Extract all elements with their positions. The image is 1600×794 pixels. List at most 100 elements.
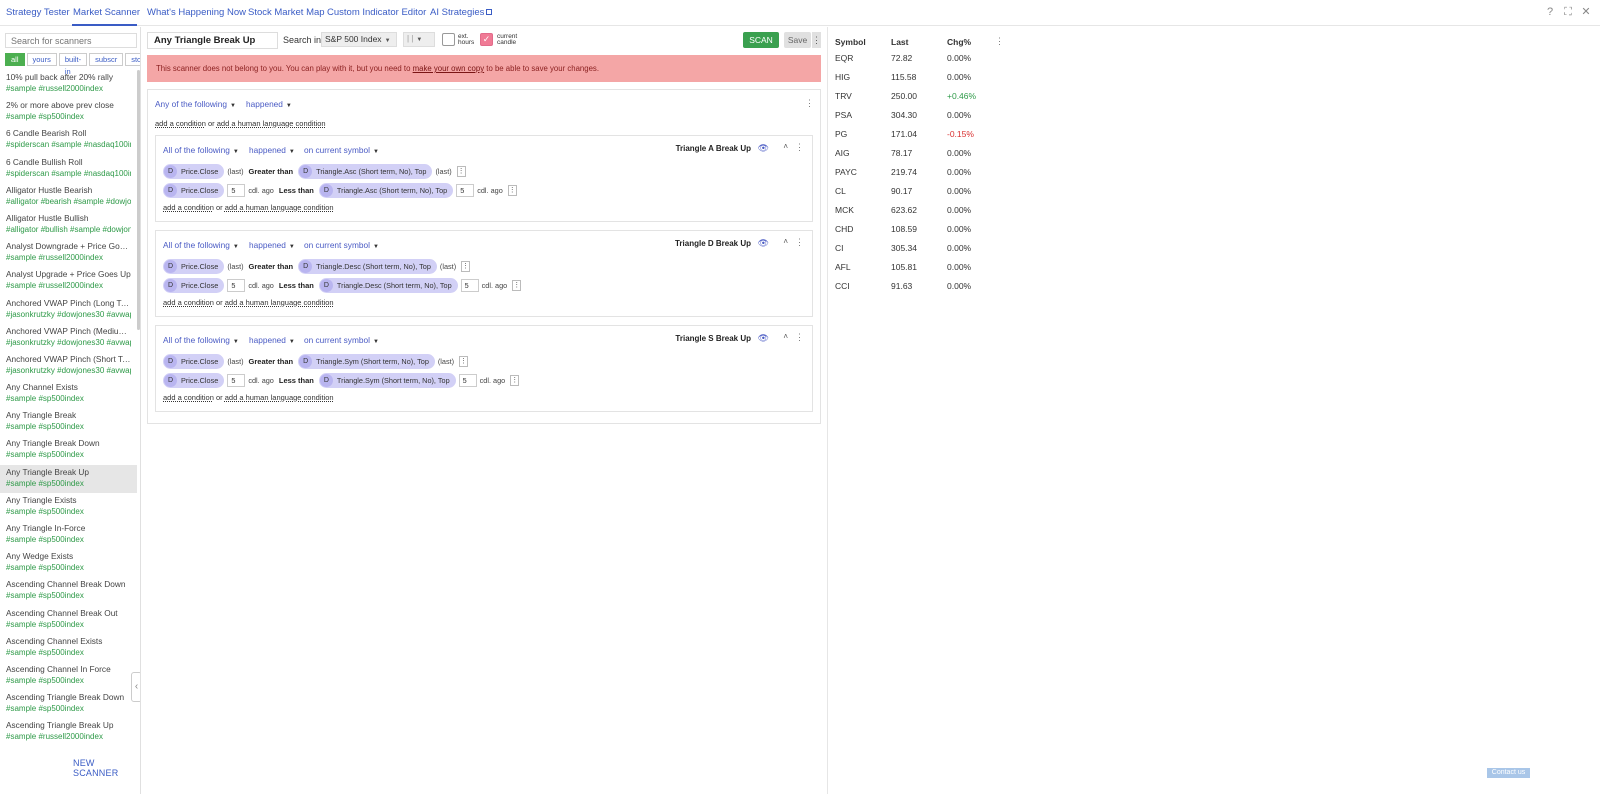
operator[interactable]: Greater than bbox=[249, 262, 294, 271]
add-human-condition-link[interactable]: add a human language condition bbox=[225, 393, 334, 402]
scanner-list-item[interactable]: Ascending Channel In Force #sample #sp500… bbox=[0, 662, 137, 690]
result-row[interactable]: TRV 250.00 +0.46% bbox=[828, 91, 1008, 110]
chg-column-header[interactable]: Chg% bbox=[947, 37, 971, 47]
row-menu-icon[interactable]: ⋮ bbox=[456, 166, 466, 177]
new-scanner-button[interactable]: NEW SCANNER bbox=[73, 758, 140, 778]
collapse-sidebar-button[interactable]: ‹ bbox=[131, 672, 140, 702]
scanner-list-item[interactable]: 10% pull back after 20% rally #sample #ru… bbox=[0, 70, 137, 98]
scanner-list-item[interactable]: Any Triangle In-Force #sample #sp500index bbox=[0, 521, 137, 549]
group-menu-icon[interactable]: ⋮ bbox=[795, 142, 804, 153]
group-event-dropdown[interactable]: happened ▼ bbox=[249, 145, 295, 155]
lhs-qualifier[interactable]: (last) bbox=[227, 262, 243, 271]
result-row[interactable]: HIG 115.58 0.00% bbox=[828, 72, 1008, 91]
scanner-list-item[interactable]: Anchored VWAP Pinch (Medium Ter...#jason… bbox=[0, 324, 137, 352]
tab-custom-indicator-editor[interactable]: Custom Indicator Editor bbox=[327, 7, 426, 18]
lhs-candles-ago-input[interactable]: 5 bbox=[227, 184, 246, 197]
add-condition-link[interactable]: add a condition bbox=[163, 393, 214, 402]
scanner-list-item[interactable]: 2% or more above prev close #sample #sp50… bbox=[0, 98, 137, 126]
lhs-indicator-pill[interactable]: D Price.Close bbox=[163, 164, 225, 179]
scanner-list-item[interactable]: Any Triangle Break Up #sample #sp500index bbox=[0, 464, 137, 493]
rhs-indicator-pill[interactable]: D Triangle.Sym (Short term, No), Top bbox=[318, 373, 456, 388]
add-human-condition-link[interactable]: add a human language condition bbox=[217, 119, 326, 128]
row-menu-icon[interactable]: ⋮ bbox=[461, 261, 471, 272]
scanner-list-item[interactable]: Ascending Channel Exists #sample #sp500in… bbox=[0, 634, 137, 662]
result-row[interactable]: CHD 108.59 0.00% bbox=[828, 224, 1008, 243]
operator[interactable]: Less than bbox=[279, 186, 314, 195]
add-condition-link[interactable]: add a condition bbox=[155, 119, 206, 128]
scanner-list-item[interactable]: Any Triangle Break #sample #sp500index bbox=[0, 408, 137, 436]
filter-subscr[interactable]: subscr bbox=[89, 53, 124, 66]
lhs-candles-ago-input[interactable]: 5 bbox=[227, 279, 246, 292]
scanner-list-item[interactable]: Any Triangle Break Down #sample #sp500ind… bbox=[0, 436, 137, 464]
scanner-list-item[interactable]: Any Channel Exists #sample #sp500index bbox=[0, 380, 137, 408]
row-menu-icon[interactable]: ⋮ bbox=[510, 375, 520, 386]
scanner-list-item[interactable]: Any Wedge Exists #sample #sp500index bbox=[0, 549, 137, 577]
group-quantifier-dropdown[interactable]: All of the following ▼ bbox=[163, 240, 239, 250]
filter-all[interactable]: all bbox=[5, 53, 25, 66]
filter-store[interactable]: store bbox=[125, 53, 140, 66]
tab-strategy-tester[interactable]: Strategy Tester bbox=[6, 7, 70, 18]
scanner-list-item[interactable]: Alligator Hustle Bullish #alligator #bull… bbox=[0, 211, 137, 239]
lhs-indicator-pill[interactable]: D Price.Close bbox=[163, 259, 225, 274]
add-human-condition-link[interactable]: add a human language condition bbox=[225, 203, 334, 212]
lhs-indicator-pill[interactable]: D Price.Close bbox=[163, 183, 225, 198]
group-event-dropdown[interactable]: happened ▼ bbox=[249, 335, 295, 345]
rhs-indicator-pill[interactable]: D Triangle.Asc (Short term, No), Top bbox=[318, 183, 454, 198]
scanner-list-item[interactable]: Ascending Triangle Break Down #sample #sp… bbox=[0, 690, 137, 718]
result-row[interactable]: PSA 304.30 0.00% bbox=[828, 110, 1008, 129]
rhs-candles-ago-input[interactable]: 5 bbox=[460, 279, 479, 292]
chevron-up-icon[interactable]: ˄ bbox=[783, 142, 788, 151]
current-candle-checkbox[interactable]: ✓ bbox=[480, 33, 493, 46]
eye-icon[interactable]: 👁 bbox=[758, 333, 769, 344]
group-menu-icon[interactable]: ⋮ bbox=[795, 332, 804, 343]
operator[interactable]: Greater than bbox=[249, 167, 294, 176]
scanner-list-item[interactable]: Ascending Channel Break Out #sample #sp50… bbox=[0, 606, 137, 634]
rhs-indicator-pill[interactable]: D Triangle.Desc (Short term, No), Top bbox=[298, 259, 437, 274]
tab-market-scanner[interactable]: Market Scanner bbox=[73, 7, 140, 18]
result-row[interactable]: EQR 72.82 0.00% bbox=[828, 53, 1008, 72]
make-own-copy-link[interactable]: make your own copy bbox=[413, 64, 485, 73]
filter-built-in[interactable]: built-in bbox=[58, 53, 88, 76]
group-menu-icon[interactable]: ⋮ bbox=[795, 237, 804, 248]
rhs-qualifier[interactable]: (last) bbox=[438, 357, 454, 366]
lhs-indicator-pill[interactable]: D Price.Close bbox=[163, 354, 225, 369]
lhs-indicator-pill[interactable]: D Price.Close bbox=[163, 278, 225, 293]
tab-stock-market-map[interactable]: Stock Market Map bbox=[248, 7, 325, 18]
last-column-header[interactable]: Last bbox=[891, 37, 908, 47]
scanner-list-item[interactable]: Anchored VWAP Pinch (Short Term) #jasonkr… bbox=[0, 352, 137, 380]
rhs-qualifier[interactable]: (last) bbox=[440, 262, 456, 271]
row-menu-icon[interactable]: ⋮ bbox=[512, 280, 522, 291]
save-button[interactable]: Save bbox=[784, 32, 811, 48]
scanner-list-item[interactable]: Anchored VWAP Pinch (Long Term) #jasonkru… bbox=[0, 296, 137, 324]
rhs-candles-ago-input[interactable]: 5 bbox=[456, 184, 475, 197]
scanner-name-field[interactable]: Any Triangle Break Up bbox=[147, 32, 278, 49]
scan-button[interactable]: SCAN bbox=[743, 32, 779, 48]
outer-quantifier-dropdown[interactable]: Any of the following ▼ bbox=[155, 99, 236, 109]
eye-icon[interactable]: 👁 bbox=[758, 238, 769, 249]
outer-group-menu-icon[interactable]: ⋮ bbox=[805, 98, 814, 109]
rhs-qualifier[interactable]: (last) bbox=[435, 167, 451, 176]
scanner-list-item[interactable]: Alligator Hustle Bearish #alligator #bear… bbox=[0, 183, 137, 211]
result-row[interactable]: MCK 623.62 0.00% bbox=[828, 205, 1008, 224]
add-condition-link[interactable]: add a condition bbox=[163, 203, 214, 212]
filter-yours[interactable]: yours bbox=[26, 53, 57, 66]
group-quantifier-dropdown[interactable]: All of the following ▼ bbox=[163, 145, 239, 155]
outer-event-dropdown[interactable]: happened ▼ bbox=[246, 99, 292, 109]
fullscreen-icon[interactable]: ⛶ bbox=[1562, 6, 1574, 18]
group-quantifier-dropdown[interactable]: All of the following ▼ bbox=[163, 335, 239, 345]
group-event-dropdown[interactable]: happened ▼ bbox=[249, 240, 295, 250]
scanner-search-input[interactable] bbox=[5, 33, 137, 48]
results-menu-icon[interactable]: ⋮ bbox=[995, 36, 1004, 47]
sidebar-scrollbar[interactable] bbox=[137, 70, 140, 330]
row-menu-icon[interactable]: ⋮ bbox=[507, 185, 517, 196]
eye-icon[interactable]: 👁 bbox=[758, 143, 769, 154]
result-row[interactable]: PG 171.04 -0.15% bbox=[828, 129, 1008, 148]
result-row[interactable]: AIG 78.17 0.00% bbox=[828, 148, 1008, 167]
scanner-list-item[interactable]: Ascending Channel Break Down #sample #sp5… bbox=[0, 577, 137, 605]
result-row[interactable]: AFL 105.81 0.00% bbox=[828, 262, 1008, 281]
ext-hours-checkbox[interactable] bbox=[442, 33, 455, 46]
contact-us-button[interactable]: Contact us bbox=[1487, 768, 1530, 778]
scanner-list-item[interactable]: Analyst Downgrade + Price Goes U... #samp… bbox=[0, 239, 137, 267]
chevron-up-icon[interactable]: ˄ bbox=[783, 332, 788, 341]
rhs-indicator-pill[interactable]: D Triangle.Sym (Short term, No), Top bbox=[298, 354, 435, 369]
